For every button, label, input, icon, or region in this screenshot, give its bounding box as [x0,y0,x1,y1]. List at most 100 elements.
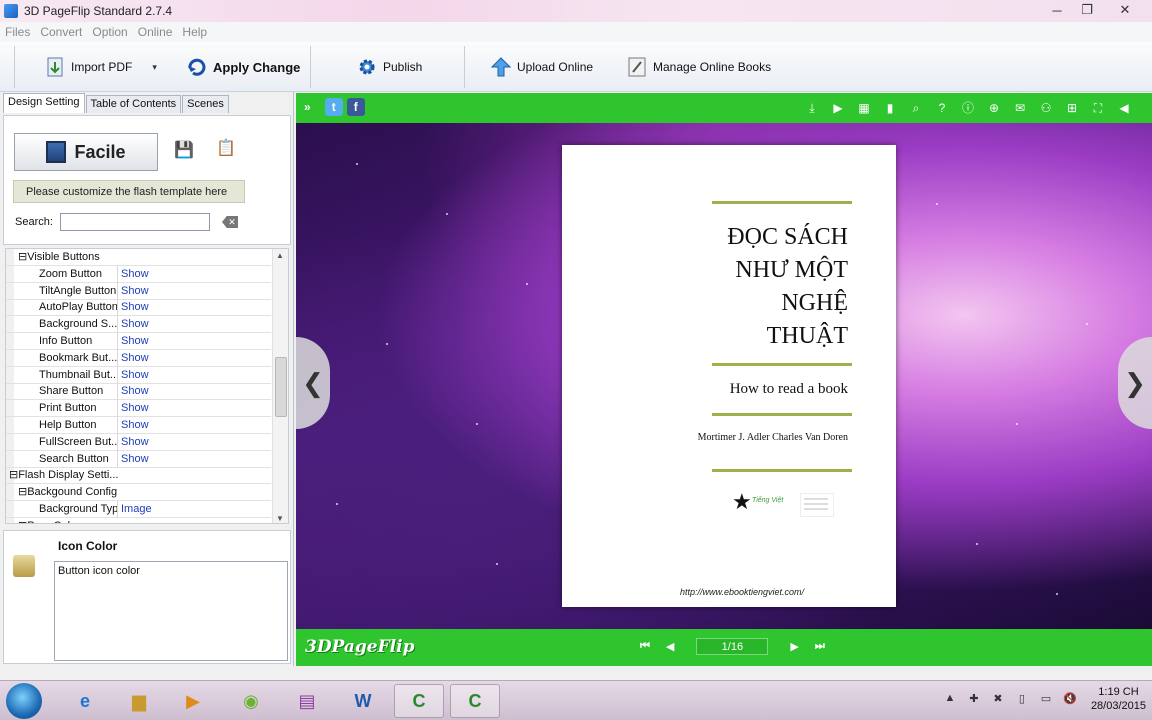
property-row[interactable]: AutoPlay Button Show [6,299,271,317]
property-row[interactable]: ⊟Backgound Config [6,484,271,502]
page-number-field[interactable]: 1/16 [696,638,769,655]
book-cover-page[interactable]: ĐỌC SÁCH NHƯ MỘT NGHỆ THUẬT How to read … [562,145,896,607]
close-button[interactable]: ✕ [1102,0,1148,20]
property-row[interactable]: Thumbnail But... Show [6,366,271,384]
scroll-down-icon[interactable]: ▼ [276,514,284,523]
property-value[interactable]: Show [121,417,149,433]
tray-volume-icon[interactable]: 🔇 [1063,692,1077,706]
explorer-icon[interactable]: ▆ [114,684,164,718]
property-row[interactable]: Bookmark But... Show [6,349,271,367]
property-row[interactable]: ⊟Pure Color [6,518,271,523]
previous-page-button[interactable]: ❮ [296,337,330,429]
property-value[interactable]: Show [121,383,149,399]
start-button[interactable] [6,683,42,719]
info-icon[interactable]: ⓘ [960,100,976,116]
menu-option[interactable]: Option [87,25,132,39]
property-row[interactable]: ⊟Visible Buttons [6,249,271,266]
property-value[interactable]: Show [121,333,149,349]
apply-change-button[interactable]: Apply Change [186,48,300,86]
property-value[interactable]: Show [121,283,149,299]
tab-table-of-contents[interactable]: Table of Contents [85,95,182,113]
twitter-icon[interactable]: t [324,98,343,116]
upload-online-button[interactable]: Upload Online [490,48,593,86]
menu-files[interactable]: Files [0,25,35,39]
share-icon[interactable]: ✉ [1012,100,1028,116]
property-grid-scrollbar[interactable]: ▲ ▼ [272,249,288,523]
bookmark-icon[interactable]: ▮ [882,100,898,116]
property-value[interactable]: Show [121,316,149,332]
tray-app-icon[interactable]: ✚ [967,692,981,706]
clear-search-icon[interactable]: ✕ [222,216,238,228]
tray-monitor-icon[interactable]: ▭ [1039,692,1053,706]
tray-battery-icon[interactable]: ▯ [1015,692,1029,706]
property-row[interactable]: Background Type Image [6,501,271,518]
prev-page-icon[interactable]: ◀ [666,640,674,653]
scroll-up-icon[interactable]: ▲ [276,251,284,260]
property-value[interactable]: Show [121,451,149,467]
save-icon[interactable]: 💾 [174,140,194,159]
search-input[interactable] [60,213,210,231]
sitemap-icon[interactable]: ⚇ [1038,100,1054,116]
ie-icon[interactable]: e [60,684,110,718]
winrar-icon[interactable]: ▤ [282,684,332,718]
window-controls: ─ ❐ ✕ [1042,0,1148,20]
tray-expand-icon[interactable]: ▲ [943,692,957,706]
search-icon[interactable]: ⌕ [908,100,924,116]
fullscreen-icon[interactable]: ⛶ [1090,100,1106,116]
property-row[interactable]: FullScreen But... Show [6,433,271,451]
next-page-icon[interactable]: ▶ [790,640,798,653]
property-row[interactable]: TiltAngle Button Show [6,282,271,300]
property-value[interactable]: Show [121,367,149,383]
property-value[interactable]: Show [121,299,149,315]
first-page-icon[interactable]: ⏮ [640,640,650,653]
clock[interactable]: 1:19 CH 28/03/2015 [1091,685,1146,713]
scroll-thumb[interactable] [275,357,287,417]
save-as-icon[interactable]: 📋 [216,138,236,158]
publish-button[interactable]: Publish [356,48,422,86]
property-value[interactable]: Show [121,266,149,282]
collapse-icon[interactable]: » [304,100,311,114]
menu-online[interactable]: Online [133,25,178,39]
camtasia-recorder-icon[interactable]: C [450,684,500,718]
zoom-icon[interactable]: ⊕ [986,100,1002,116]
sound-icon[interactable]: ◀ [1116,100,1132,116]
property-row[interactable]: Background S... Show [6,316,271,334]
import-dropdown-arrow-icon[interactable]: ▾ [152,62,157,73]
property-value[interactable]: Show [121,400,149,416]
media-player-icon[interactable]: ▶ [168,684,218,718]
import-pdf-button[interactable]: Import PDF ▾ [44,48,157,86]
book-url: http://www.ebooktiengviet.com/ [679,587,805,597]
menu-convert[interactable]: Convert [35,25,87,39]
help-icon[interactable]: ? [934,100,950,116]
property-row[interactable]: Info Button Show [6,333,271,350]
ebook-logo-star-icon: ★ [732,489,752,514]
property-value[interactable]: Image [121,501,152,517]
restore-button[interactable]: ❐ [1072,0,1102,20]
autoplay-icon[interactable]: ▶ [830,100,846,116]
browser-icon[interactable]: ◉ [226,684,276,718]
word-icon[interactable]: W [338,684,388,718]
next-page-button[interactable]: ❯ [1118,337,1152,429]
tab-scenes[interactable]: Scenes [182,95,229,113]
camtasia-icon[interactable]: C [394,684,444,718]
property-row[interactable]: Help Button Show [6,417,271,434]
manage-online-books-button[interactable]: Manage Online Books [626,48,771,86]
property-row[interactable]: Print Button Show [6,400,271,418]
last-page-icon[interactable]: ⏭ [815,640,825,653]
thumbnail-icon[interactable]: ▦ [856,100,872,116]
manage-books-icon [628,57,646,77]
tab-design-setting[interactable]: Design Setting [3,93,85,113]
menu-help[interactable]: Help [177,25,212,39]
template-facile-button[interactable]: Facile [14,133,158,171]
tray-network-icon[interactable]: ✖ [991,692,1005,706]
property-row[interactable]: Zoom Button Show [6,265,271,283]
property-row[interactable]: ⊟Flash Display Setti... [6,467,271,485]
property-value[interactable]: Show [121,434,149,450]
download-icon[interactable]: ⤓ [804,100,820,116]
property-row[interactable]: Share Button Show [6,383,271,401]
minimize-button[interactable]: ─ [1042,0,1072,20]
property-row[interactable]: Search Button Show [6,450,271,468]
grid-icon[interactable]: ⊞ [1064,100,1080,116]
property-value[interactable]: Show [121,350,149,366]
facebook-icon[interactable]: f [346,98,365,116]
